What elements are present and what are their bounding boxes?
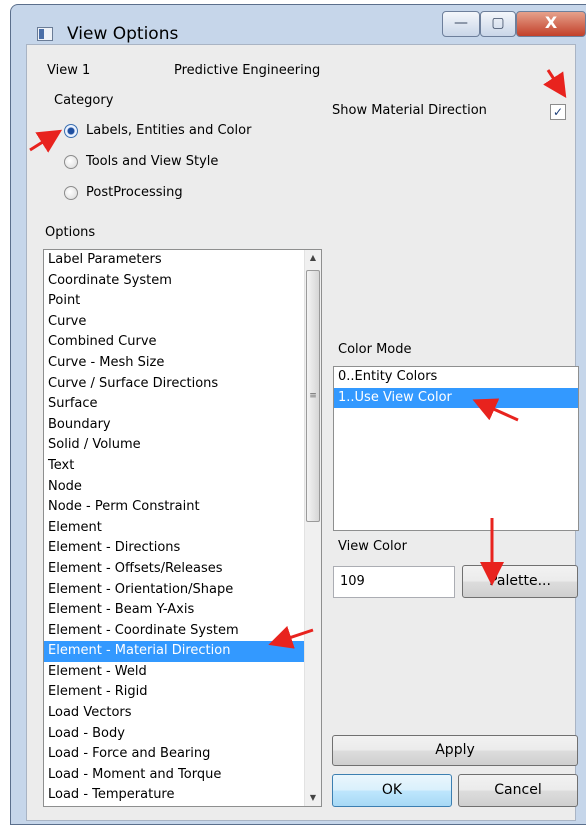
options-list-item[interactable]: Curve xyxy=(44,312,304,333)
view-color-label: View Color xyxy=(338,539,407,554)
options-scrollbar[interactable]: ▲ ≡ ▼ xyxy=(304,250,321,806)
scroll-thumb[interactable]: ≡ xyxy=(306,270,320,522)
radio-checked-icon[interactable] xyxy=(64,123,78,138)
scroll-down-arrow-icon[interactable]: ▼ xyxy=(305,790,321,806)
color-mode-list-item[interactable]: 0..Entity Colors xyxy=(334,367,578,388)
apply-button[interactable]: Apply xyxy=(332,735,578,766)
options-list-item[interactable]: Curve - Mesh Size xyxy=(44,353,304,374)
options-list-item[interactable]: Load - Body xyxy=(44,724,304,745)
options-list-item[interactable]: Element - Rigid xyxy=(44,682,304,703)
category-radio-label: Labels, Entities and Color xyxy=(86,123,252,138)
options-list-item[interactable]: Coordinate System xyxy=(44,271,304,292)
options-list-item[interactable]: Combined Curve xyxy=(44,332,304,353)
options-list-item[interactable]: Element - Orientation/Shape xyxy=(44,580,304,601)
maximize-button[interactable]: ▢ xyxy=(480,11,516,37)
minimize-button[interactable]: — xyxy=(442,11,480,37)
options-list-item[interactable]: Element - Offsets/Releases xyxy=(44,559,304,580)
scroll-up-arrow-icon[interactable]: ▲ xyxy=(305,250,321,266)
options-list-item[interactable]: Solid / Volume xyxy=(44,435,304,456)
window-title: View Options xyxy=(67,24,179,44)
options-list-item[interactable]: Point xyxy=(44,291,304,312)
options-label: Options xyxy=(45,225,96,240)
options-list-item[interactable]: Surface xyxy=(44,394,304,415)
options-list-item[interactable]: Element - Material Direction xyxy=(44,641,304,662)
view-color-input[interactable]: 109 xyxy=(333,566,455,598)
color-mode-list: 0..Entity Colors 1..Use View Color xyxy=(334,367,578,409)
options-list-item[interactable]: Load - Temperature xyxy=(44,785,304,806)
title-bar[interactable]: View Options — ▢ X xyxy=(11,5,586,45)
category-radio-option[interactable]: Tools and View Style xyxy=(64,154,218,169)
show-material-direction-checkbox[interactable]: ✓ xyxy=(550,104,566,120)
options-list-item[interactable]: Load - Force and Bearing xyxy=(44,744,304,765)
options-list-item[interactable]: Boundary xyxy=(44,415,304,436)
options-list-item[interactable]: Element - Directions xyxy=(44,538,304,559)
cancel-button[interactable]: Cancel xyxy=(458,774,578,807)
options-list: Label Parameters Coordinate System Point Cu… xyxy=(44,250,321,806)
dialog-client-area: View 1 Predictive Engineering Category L… xyxy=(26,44,579,821)
options-list-item[interactable]: Text xyxy=(44,456,304,477)
options-list-item[interactable]: Curve / Surface Directions xyxy=(44,374,304,395)
options-list-item[interactable]: Element - Beam Y-Axis xyxy=(44,600,304,621)
options-list-item[interactable]: Element - Weld xyxy=(44,662,304,683)
category-radio-label: PostProcessing xyxy=(86,185,183,200)
options-list-item[interactable]: Load - Moment and Torque xyxy=(44,765,304,786)
app-window-icon xyxy=(37,27,53,41)
options-list-item[interactable]: Element xyxy=(44,518,304,539)
options-list-item[interactable]: Label Parameters xyxy=(44,250,304,271)
radio-unchecked-icon[interactable] xyxy=(64,185,78,200)
category-label: Category xyxy=(54,93,114,108)
options-list-item[interactable]: Node - Perm Constraint xyxy=(44,497,304,518)
radio-unchecked-icon[interactable] xyxy=(64,154,78,169)
ok-button[interactable]: OK xyxy=(332,774,452,807)
palette-button[interactable]: Palette... xyxy=(462,565,578,598)
view-name: Predictive Engineering xyxy=(174,63,321,78)
category-radio-option[interactable]: Labels, Entities and Color xyxy=(64,123,251,138)
view-label: View 1 xyxy=(47,63,91,78)
options-list-item[interactable]: Node xyxy=(44,477,304,498)
category-radio-label: Tools and View Style xyxy=(86,154,219,169)
options-list-item[interactable]: Element - Coordinate System xyxy=(44,621,304,642)
options-listbox[interactable]: Label Parameters Coordinate System Point Cu… xyxy=(43,249,322,807)
color-mode-list-item[interactable]: 1..Use View Color xyxy=(334,387,578,409)
options-list-item[interactable]: Load Vectors xyxy=(44,703,304,724)
category-radio-option[interactable]: PostProcessing xyxy=(64,185,183,200)
show-material-direction-label: Show Material Direction xyxy=(332,103,487,118)
grip-icon: ≡ xyxy=(309,391,317,401)
close-button[interactable]: X xyxy=(516,11,586,37)
color-mode-listbox[interactable]: 0..Entity Colors 1..Use View Color xyxy=(333,366,579,531)
color-mode-label: Color Mode xyxy=(338,342,412,357)
